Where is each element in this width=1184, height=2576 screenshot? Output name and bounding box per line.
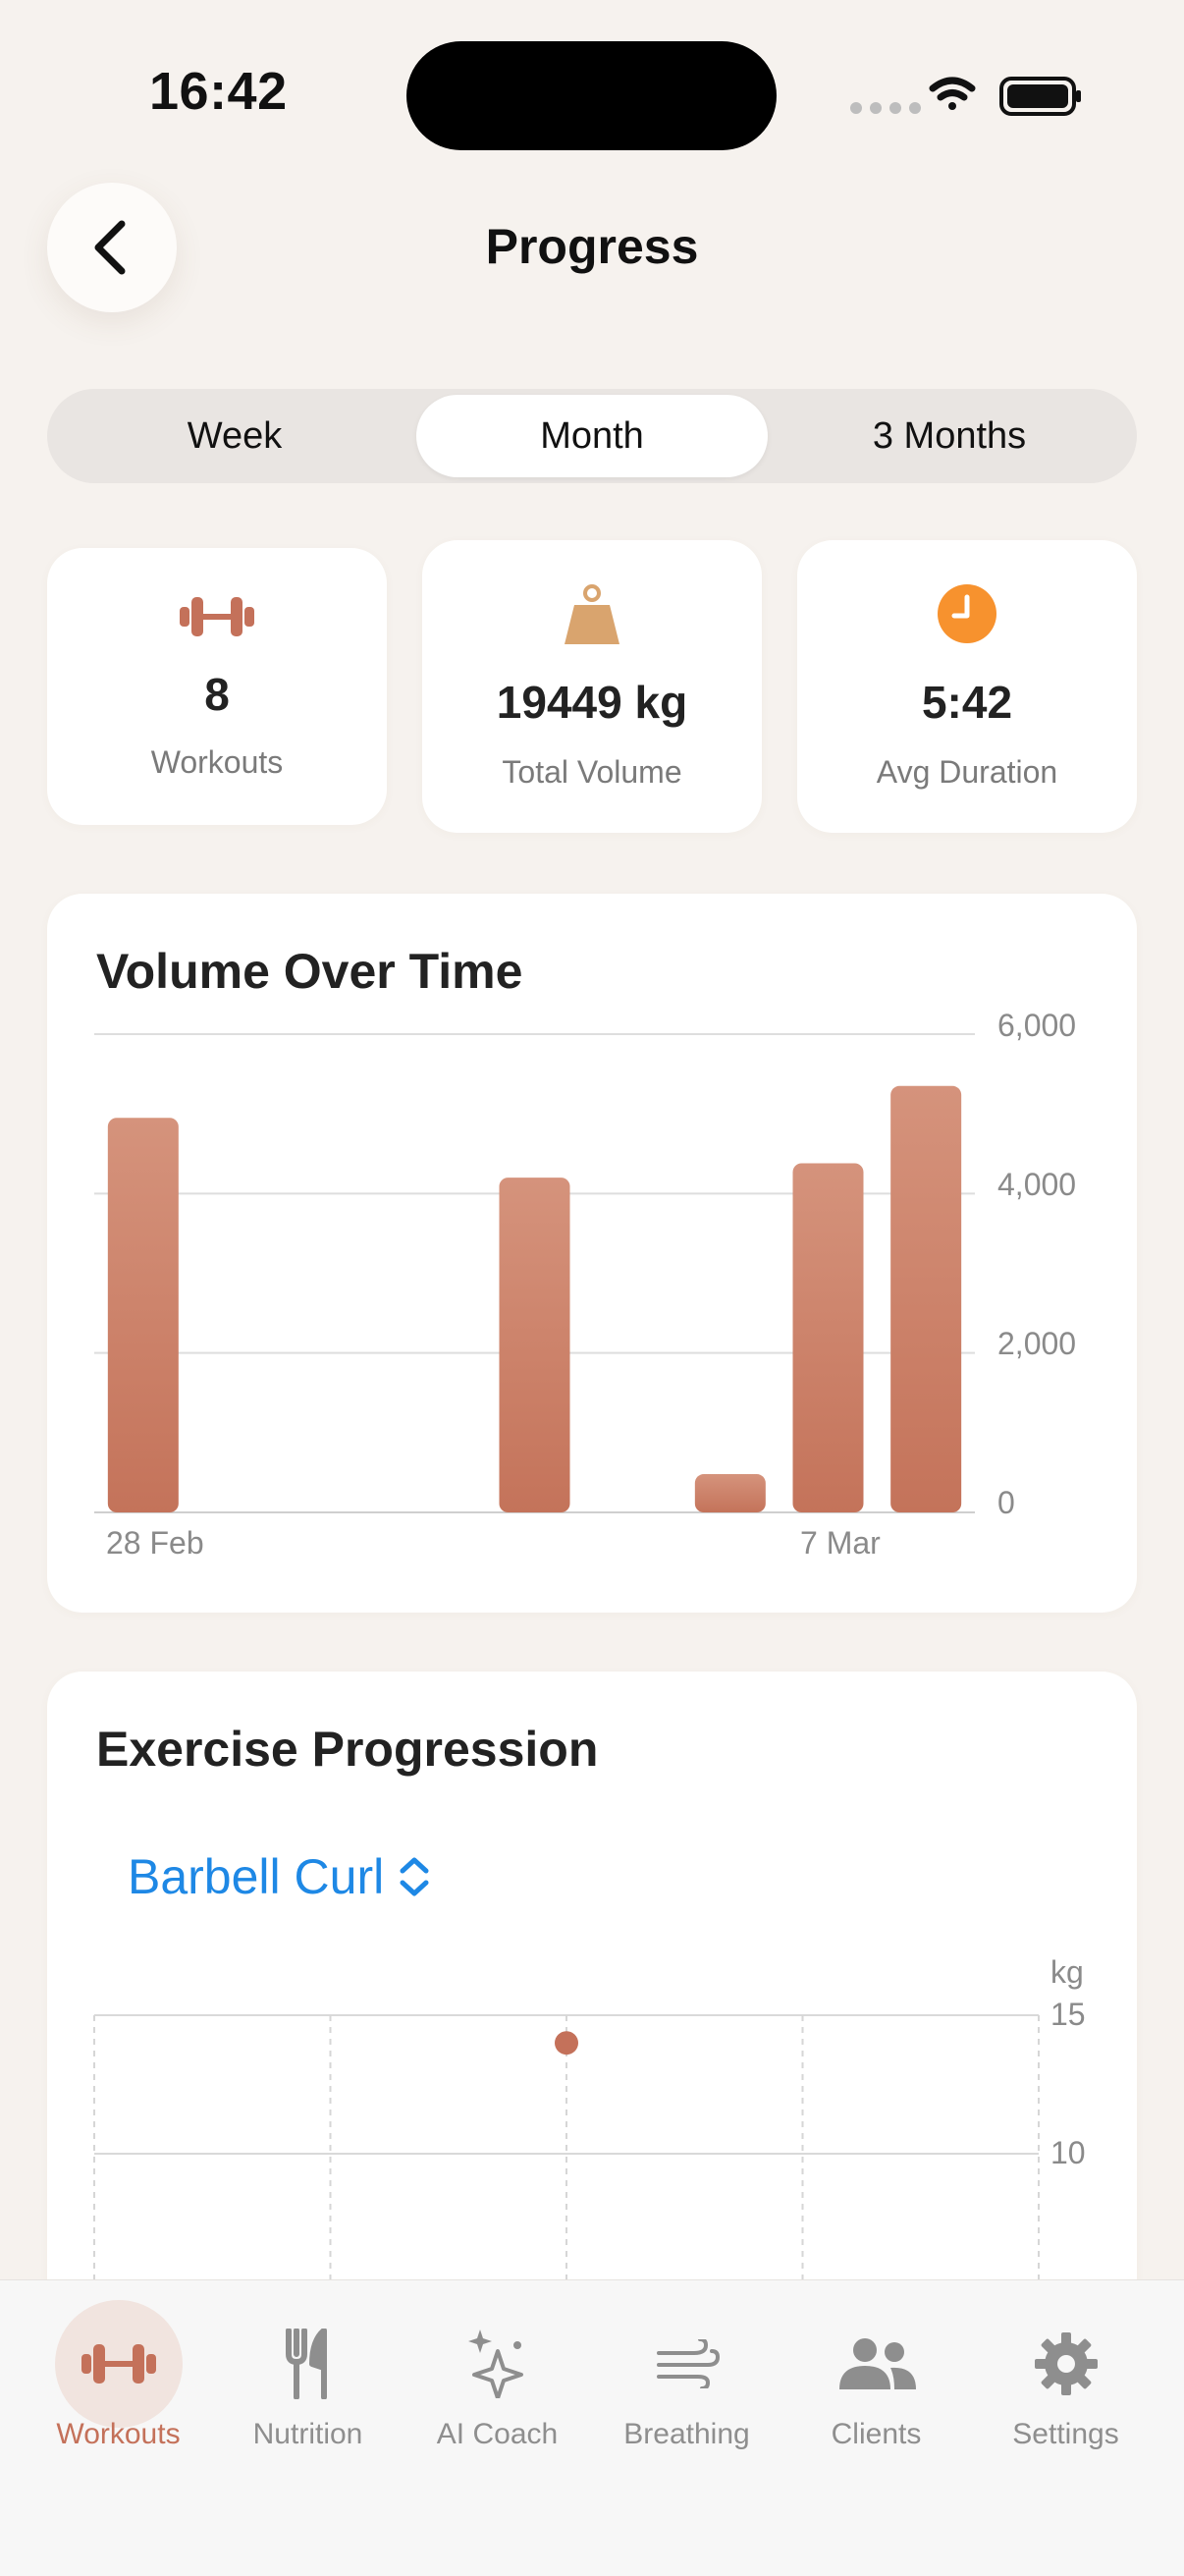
stat-card-avg-duration: 5:42 Avg Duration bbox=[797, 540, 1137, 833]
dynamic-island bbox=[406, 41, 777, 150]
exercise-progression-card: Exercise Progression Barbell Curl kg 15 … bbox=[47, 1672, 1137, 2359]
signal-icon bbox=[850, 102, 921, 114]
stat-value-workouts: 8 bbox=[204, 669, 230, 720]
x-tick-label: 7 Mar bbox=[800, 1525, 881, 1561]
tab-label: AI Coach bbox=[436, 2418, 559, 2450]
wifi-icon bbox=[929, 77, 976, 110]
people-icon bbox=[838, 2338, 916, 2389]
dumbbell-icon bbox=[180, 597, 254, 636]
tab-nutrition[interactable]: Nutrition bbox=[213, 2280, 403, 2477]
tab-month[interactable]: Month bbox=[416, 395, 768, 477]
sparkles-icon bbox=[467, 2329, 523, 2398]
tab-breathing[interactable]: Breathing bbox=[592, 2280, 781, 2477]
tab-bar: Workouts Nutrition AI Coach Breathing Cl… bbox=[0, 2279, 1184, 2576]
stat-label-workouts: Workouts bbox=[150, 744, 284, 780]
tab-label: Nutrition bbox=[252, 2418, 363, 2450]
tab-3-months[interactable]: 3 Months bbox=[774, 395, 1125, 477]
y-unit-label: kg bbox=[1050, 1954, 1084, 1990]
tab-label: Settings bbox=[1012, 2418, 1119, 2450]
tab-ai-coach[interactable]: AI Coach bbox=[403, 2280, 592, 2477]
status-time: 16:42 bbox=[149, 62, 288, 121]
x-tick-label: 28 Feb bbox=[106, 1525, 204, 1561]
y-tick-label: 6,000 bbox=[997, 1008, 1076, 1043]
period-segmented-control: Week Month 3 Months bbox=[47, 389, 1137, 483]
stat-label-total-volume: Total Volume bbox=[502, 754, 682, 790]
stat-label-avg-duration: Avg Duration bbox=[876, 754, 1058, 790]
kettlebell-icon bbox=[565, 584, 619, 644]
exercise-progression-chart: kg 15 10 5 bbox=[93, 1954, 1086, 2359]
gear-icon bbox=[1034, 2332, 1098, 2395]
tab-label: Workouts bbox=[56, 2418, 181, 2450]
clock-icon bbox=[938, 584, 996, 643]
fork-knife-icon bbox=[285, 2329, 327, 2399]
wind-icon bbox=[656, 2339, 720, 2388]
volume-chart-card: Volume Over Time 6,000 4,000 2,000 0 28 … bbox=[47, 894, 1137, 1613]
volume-bar[interactable] bbox=[694, 1474, 766, 1512]
tab-week[interactable]: Week bbox=[59, 395, 410, 477]
y-tick-label: 4,000 bbox=[997, 1167, 1076, 1202]
tab-label: Clients bbox=[831, 2418, 922, 2450]
volume-bar[interactable] bbox=[792, 1163, 864, 1512]
y-tick-label: 15 bbox=[1050, 1997, 1086, 2032]
tab-clients[interactable]: Clients bbox=[781, 2280, 971, 2477]
stat-value-total-volume: 19449 kg bbox=[496, 677, 688, 728]
stat-card-total-volume: 19449 kg Total Volume bbox=[422, 540, 762, 833]
y-tick-label: 0 bbox=[997, 1485, 1015, 1520]
progression-point[interactable] bbox=[555, 2031, 578, 2055]
tab-settings[interactable]: Settings bbox=[971, 2280, 1160, 2477]
tab-label: Breathing bbox=[623, 2418, 750, 2450]
battery-icon bbox=[999, 77, 1081, 116]
volume-bar[interactable] bbox=[890, 1085, 962, 1512]
volume-bar[interactable] bbox=[499, 1178, 570, 1512]
dumbbell-icon bbox=[81, 2344, 156, 2384]
page-title: Progress bbox=[485, 219, 699, 274]
tab-workouts[interactable]: Workouts bbox=[24, 2280, 213, 2477]
y-tick-label: 2,000 bbox=[997, 1326, 1076, 1361]
y-tick-label: 10 bbox=[1050, 2135, 1086, 2170]
status-icons bbox=[846, 71, 1082, 120]
stat-card-workouts: 8 Workouts bbox=[47, 548, 387, 825]
volume-bar[interactable] bbox=[107, 1118, 179, 1512]
stat-value-avg-duration: 5:42 bbox=[921, 677, 1013, 728]
volume-chart: 6,000 4,000 2,000 0 28 Feb 7 Mar bbox=[94, 1008, 1076, 1561]
